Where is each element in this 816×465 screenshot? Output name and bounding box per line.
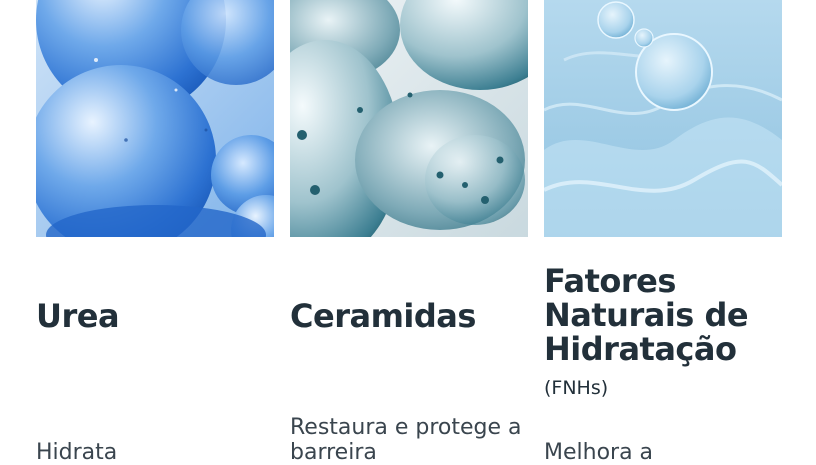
card-title-suffix: (FNHs) [544,377,609,399]
card-description: Melhora a [544,440,654,465]
teal-spheres-image [290,0,528,237]
card-title: Urea [36,297,120,335]
ingredient-card-urea: Urea Hidrata [36,0,274,465]
water-ripple-image [544,0,782,237]
card-title: Fatores Naturais de Hidratação (FNHs) [544,264,794,405]
card-title: Ceramidas [290,297,476,335]
card-description: Hidrata [36,440,118,465]
card-title-line: Hidratação [544,330,737,368]
blue-spheres-image [36,0,274,237]
ingredient-card-ceramidas: Ceramidas Restaura e protege a barreira [290,0,528,465]
card-title-line: Fatores [544,262,676,300]
ingredient-card-fnhs: Fatores Naturais de Hidratação (FNHs) Me… [544,0,782,465]
card-title-line: Naturais de [544,296,749,334]
card-description: Restaura e protege a barreira [290,415,522,465]
